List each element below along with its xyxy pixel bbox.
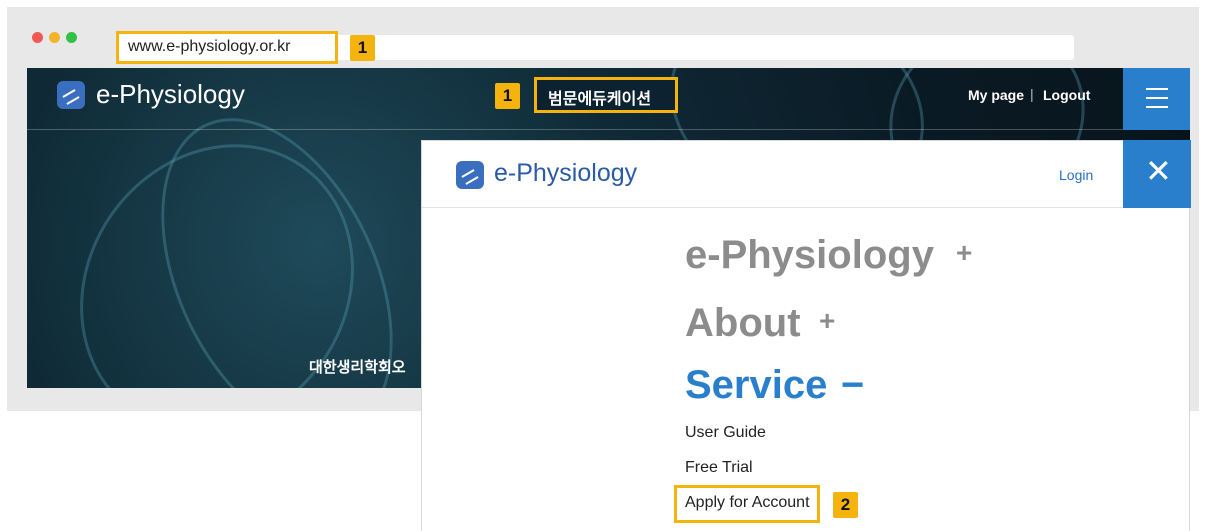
hamburger-icon [1146,97,1168,99]
collapse-minus-icon[interactable]: − [841,363,864,408]
expand-plus-icon[interactable]: + [819,305,835,337]
apply-highlight-box [674,485,820,523]
menu-item-service[interactable]: Service [685,363,827,408]
menu-item-about[interactable]: About [685,301,801,346]
step-badge-title: 1 [495,83,520,109]
hero-caption: 대한생리학회오 [309,359,406,376]
logout-link[interactable]: Logout [1043,87,1090,103]
close-menu-button[interactable]: ✕ [1123,140,1191,208]
menu-item-e-physiology[interactable]: e-Physiology [685,233,934,278]
site-logo-text[interactable]: e-Physiology [96,79,245,110]
hamburger-icon [1146,106,1168,108]
close-icon: ✕ [1145,153,1172,189]
minimize-window-dot[interactable] [49,32,60,43]
login-link[interactable]: Login [1059,167,1093,183]
url-text[interactable]: www.e-physiology.or.kr [128,38,290,56]
window-controls [32,32,77,43]
panel-logo-icon [456,161,484,189]
submenu-user-guide[interactable]: User Guide [685,424,766,442]
expand-plus-icon[interactable]: + [956,237,972,269]
menu-panel: e-Physiology Login ✕ e-Physiology + Abou… [421,140,1191,531]
submenu-free-trial[interactable]: Free Trial [685,459,753,477]
site-title: 범문에듀케이션 [548,91,652,108]
logo-icon [57,81,85,109]
site-header: e-Physiology 범문에듀케이션 1 My page | Logout [27,68,1190,130]
close-window-dot[interactable] [32,32,43,43]
my-page-link[interactable]: My page [968,87,1024,103]
hamburger-icon [1146,88,1168,90]
hamburger-menu-button[interactable] [1123,68,1190,130]
header-separator: | [1030,86,1034,102]
step-badge-apply: 2 [833,492,858,518]
step-badge-url: 1 [350,35,375,61]
panel-logo-text[interactable]: e-Physiology [494,159,637,188]
maximize-window-dot[interactable] [66,32,77,43]
menu-panel-header: e-Physiology Login ✕ [422,140,1191,208]
